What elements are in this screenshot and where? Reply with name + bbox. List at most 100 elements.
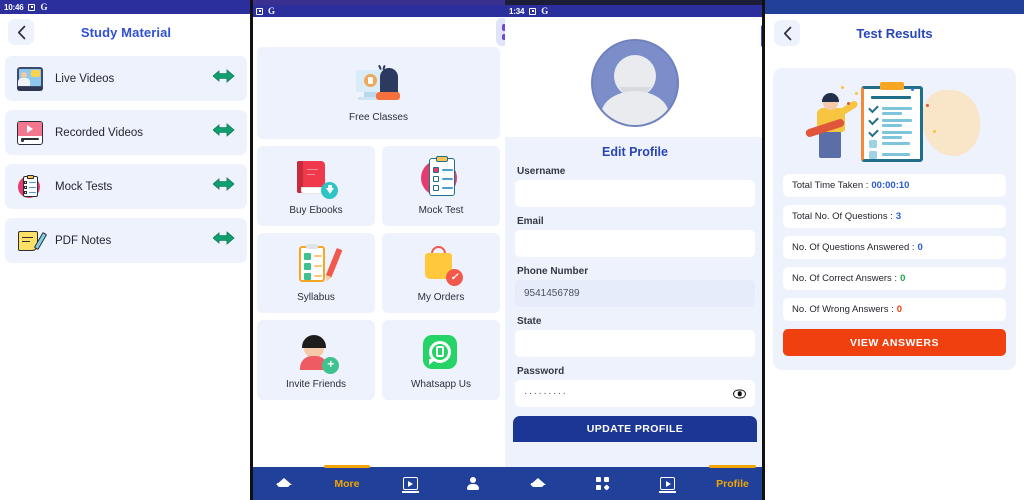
mock-tests-icon xyxy=(17,174,43,199)
tile-label: Buy Ebooks xyxy=(289,204,343,216)
tile-label: Whatsapp Us xyxy=(410,378,472,390)
table-row: Total Time Taken : 00:00:10 xyxy=(783,174,1006,197)
study-material-header: Study Material xyxy=(0,14,252,50)
row-value: 0 xyxy=(917,242,923,253)
g-icon: G xyxy=(40,2,48,12)
panel-divider-3 xyxy=(762,0,765,500)
nav-label: Profile xyxy=(716,477,749,490)
table-row: No. Of Questions Answered : 0 xyxy=(783,236,1006,259)
nav-item-courses[interactable] xyxy=(252,467,315,500)
status-bar-4 xyxy=(765,0,1024,14)
apps-grid-button[interactable] xyxy=(496,18,505,46)
pdf-notes-icon xyxy=(17,229,48,253)
list-item-mock-tests[interactable]: Mock Tests xyxy=(5,164,247,209)
status-bar-1: 10:46 G xyxy=(0,0,252,14)
password-input[interactable]: ········· xyxy=(515,380,755,407)
apps-grid-icon xyxy=(596,477,610,491)
username-input[interactable] xyxy=(515,180,755,207)
panel-study-material: 10:46 G Study Material Live Videos Recor… xyxy=(0,0,252,500)
row-label: Total No. Of Questions : xyxy=(792,211,893,222)
field-label-email: Email xyxy=(517,216,544,227)
tile-label: My Orders xyxy=(417,291,465,303)
nav-item-profile[interactable] xyxy=(442,467,505,500)
nav-label: More xyxy=(334,477,360,490)
panel-test-results: Test Results Total Time Taken: 00:00:10… xyxy=(765,0,1024,500)
nav-item-videos[interactable] xyxy=(635,467,700,500)
tile-my-orders[interactable]: ✓ My Orders xyxy=(382,233,500,313)
test-results-header: Test Results xyxy=(765,14,1024,52)
tile-buy-ebooks[interactable]: Buy Ebooks xyxy=(257,146,375,226)
row-label: No. Of Wrong Answers : xyxy=(792,304,894,315)
table-row: Total No. Of Questions : 3 xyxy=(783,205,1006,228)
nav-item-profile[interactable]: Profile xyxy=(700,465,765,500)
tile-mock-test[interactable]: Mock Test xyxy=(382,146,500,226)
field-label-state: State xyxy=(517,316,542,327)
bottom-nav-3: Profile xyxy=(505,465,765,500)
g-icon: G xyxy=(268,6,276,16)
person-icon xyxy=(466,477,481,490)
screenshot-root: 10:46 G Study Material Live Videos Recor… xyxy=(0,0,1024,500)
free-classes-icon xyxy=(355,64,402,108)
row-value: 00:00:10 xyxy=(871,180,910,191)
profile-avatar-area xyxy=(505,17,765,137)
apps-grid-icon xyxy=(502,24,505,31)
view-answers-button[interactable]: VIEW ANSWERS xyxy=(783,329,1006,356)
green-arrow-icon xyxy=(212,123,235,142)
nav-item-more[interactable] xyxy=(570,467,635,500)
nav-item-videos[interactable] xyxy=(379,467,442,500)
row-value: 0 xyxy=(900,273,906,284)
field-value: ········· xyxy=(524,388,568,399)
field-label-phone: Phone Number xyxy=(517,266,589,277)
row-label: Total Time Taken : xyxy=(792,180,869,191)
avatar-body xyxy=(601,91,669,125)
tile-invite-friends[interactable]: + Invite Friends xyxy=(257,320,375,400)
update-profile-button[interactable]: UPDATE PROFILE xyxy=(513,416,757,442)
test-results-illustration xyxy=(783,80,1006,166)
list-item-pdf-notes[interactable]: PDF Notes xyxy=(5,218,247,263)
panel-edit-profile: 1:34 G Edit Profile Username Email Phone… xyxy=(505,0,765,500)
status-bar-2: G xyxy=(252,5,505,17)
field-label-password: Password xyxy=(517,366,565,377)
list-item-recorded-videos[interactable]: Recorded Videos xyxy=(5,110,247,155)
row-value: 3 xyxy=(895,211,902,222)
tile-label: Free Classes xyxy=(349,111,408,123)
tile-syllabus[interactable]: Syllabus xyxy=(257,233,375,313)
list-item-live-videos[interactable]: Live Videos xyxy=(5,56,247,101)
tile-row-1: Buy Ebooks Mock Test xyxy=(257,146,500,226)
tile-row-3: + Invite Friends Whatsapp Us xyxy=(257,320,500,400)
tile-whatsapp-us[interactable]: Whatsapp Us xyxy=(382,320,500,400)
graduation-cap-icon xyxy=(529,477,546,490)
square-icon xyxy=(28,3,36,11)
eye-icon[interactable] xyxy=(733,389,746,398)
back-button[interactable] xyxy=(8,19,34,45)
tile-free-classes[interactable]: Free Classes xyxy=(257,47,500,139)
video-icon xyxy=(659,477,676,493)
green-arrow-icon xyxy=(212,231,235,250)
square-icon xyxy=(256,7,263,15)
tile-row-2: Syllabus ✓ My Orders xyxy=(257,233,500,313)
avatar[interactable] xyxy=(591,39,679,127)
email-input[interactable] xyxy=(515,230,755,257)
test-results-card: Total Time Taken : 00:00:10 Total No. Of… xyxy=(773,68,1016,370)
g-icon: G xyxy=(541,6,549,16)
whatsapp-us-icon xyxy=(418,331,464,375)
apps-grid-icon xyxy=(502,33,505,40)
tile-label: Invite Friends xyxy=(285,378,347,390)
nav-item-courses[interactable] xyxy=(505,467,570,500)
nav-item-more[interactable]: More xyxy=(315,465,378,500)
panel-divider-1 xyxy=(250,0,253,500)
syllabus-icon xyxy=(293,243,343,288)
edit-profile-form: Edit Profile Username Email Phone Number… xyxy=(505,137,765,500)
row-value: 0 xyxy=(896,304,903,315)
list-item-label: Recorded Videos xyxy=(55,126,144,139)
chevron-left-icon xyxy=(17,25,25,39)
back-button[interactable] xyxy=(774,20,800,46)
field-label-username: Username xyxy=(517,166,566,177)
live-videos-icon xyxy=(17,66,43,91)
invite-friends-icon: + xyxy=(293,331,339,375)
state-input[interactable] xyxy=(515,330,755,357)
phone-input[interactable]: 9541456789 xyxy=(515,280,755,307)
list-item-label: PDF Notes xyxy=(55,234,112,247)
status-bar-3: 1:34 G xyxy=(505,5,765,17)
graduation-cap-icon xyxy=(275,477,292,490)
